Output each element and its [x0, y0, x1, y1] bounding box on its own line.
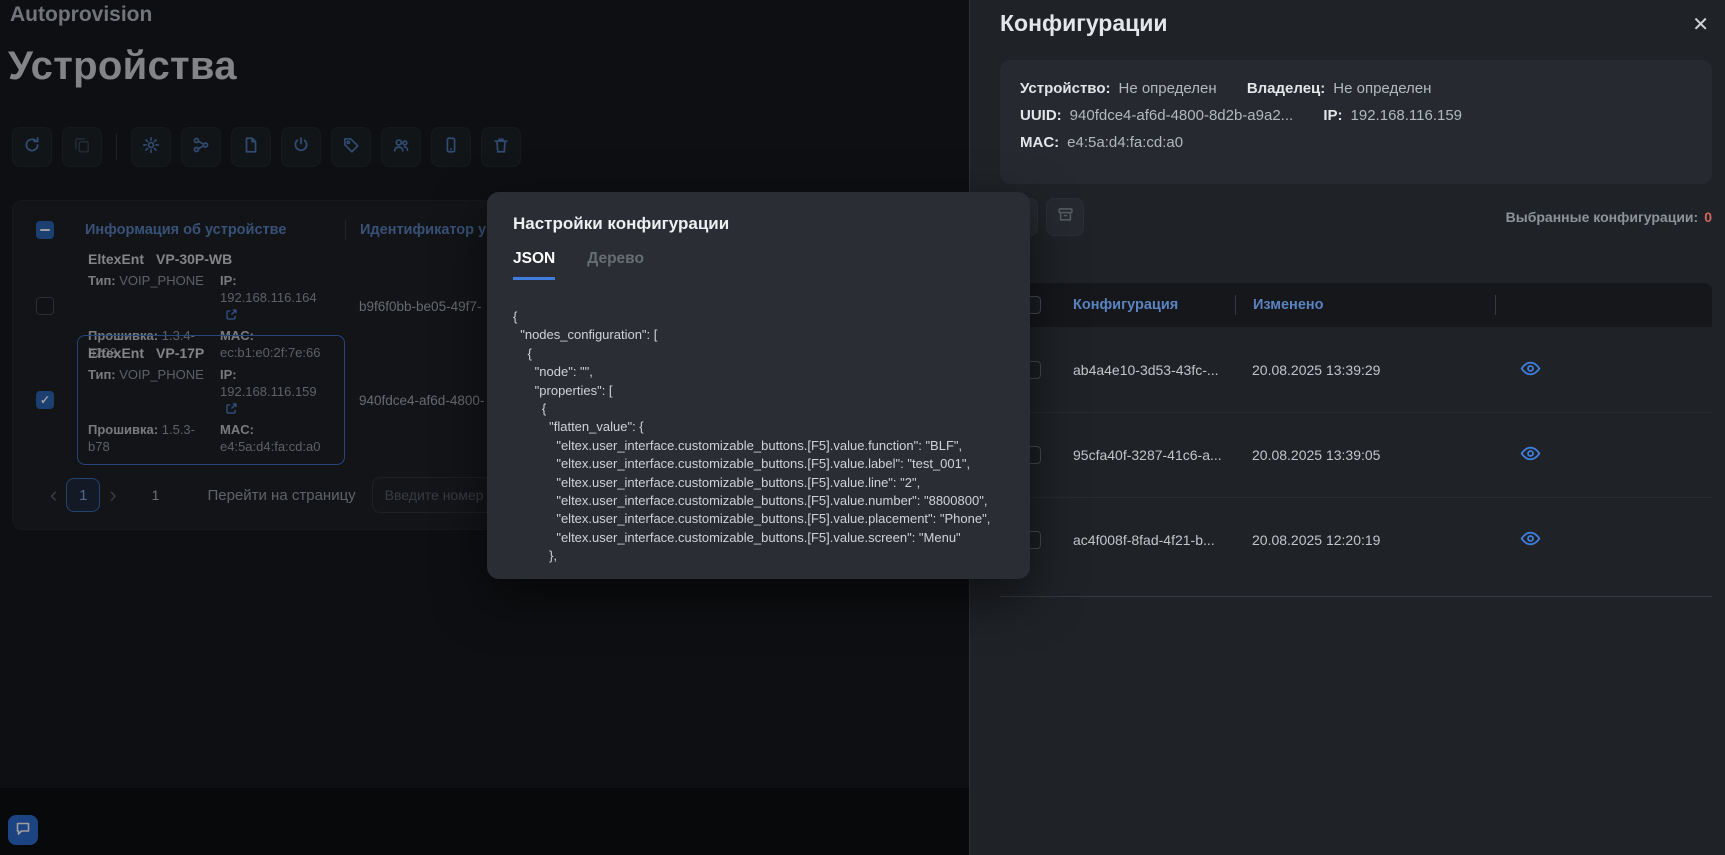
selected-configs-label: Выбранные конфигурации:	[1506, 209, 1699, 225]
config-name: ab4a4e10-3d53-43fc-...	[1064, 362, 1235, 378]
config-name: 95cfa40f-3287-41c6-a...	[1064, 447, 1235, 463]
ip-value: 192.168.116.159	[1351, 107, 1463, 124]
view-config-button[interactable]	[1520, 443, 1541, 467]
config-settings-modal: Настройки конфигурации JSON Дерево { "no…	[487, 192, 1030, 579]
tab-tree[interactable]: Дерево	[587, 250, 644, 280]
info-line-2: UUID: 940fdce4-af6d-4800-8d2b-a9a2... IP:…	[1020, 102, 1692, 129]
configs-table: Конфигурация Изменено ab4a4e10-3d53-43fc…	[1000, 283, 1712, 597]
modal-title: Настройки конфигурации	[513, 214, 1004, 234]
json-content[interactable]: { "nodes_configuration": [ { "node": "",…	[513, 308, 1004, 570]
selected-configs-count: 0	[1704, 209, 1712, 225]
tab-json[interactable]: JSON	[513, 250, 555, 280]
ip-label: IP:	[1323, 107, 1342, 124]
selected-configs-info: Выбранные конфигурации: 0	[1506, 209, 1712, 225]
owner-label: Владелец:	[1247, 80, 1325, 97]
column-configuration[interactable]: Конфигурация	[1064, 297, 1235, 313]
config-modified: 20.08.2025 13:39:29	[1235, 362, 1494, 378]
device-label: Устройство:	[1020, 80, 1111, 97]
configs-table-header: Конфигурация Изменено	[1000, 283, 1712, 327]
archive-button[interactable]	[1046, 198, 1084, 236]
mac-value: e4:5a:d4:fa:cd:a0	[1067, 134, 1183, 151]
modal-tabs: JSON Дерево	[513, 250, 1004, 280]
column-modified[interactable]: Изменено	[1236, 297, 1495, 313]
configurations-panel: Конфигурации ✕ Устройство: Не определен В…	[970, 0, 1725, 855]
uuid-label: UUID:	[1020, 107, 1062, 124]
header-divider	[1495, 295, 1496, 315]
close-icon[interactable]: ✕	[1692, 12, 1709, 37]
table-row[interactable]: ab4a4e10-3d53-43fc-... 20.08.2025 13:39:…	[1000, 327, 1712, 412]
table-row[interactable]: ac4f008f-8fad-4f21-b... 20.08.2025 12:20…	[1000, 497, 1712, 582]
panel-title: Конфигурации	[1000, 10, 1168, 37]
eye-icon	[1520, 443, 1541, 467]
info-line-1: Устройство: Не определен Владелец: Не опре…	[1020, 75, 1692, 102]
mac-label: MAC:	[1020, 134, 1059, 151]
config-name: ac4f008f-8fad-4f21-b...	[1064, 532, 1235, 548]
table-row[interactable]: 95cfa40f-3287-41c6-a... 20.08.2025 13:39…	[1000, 412, 1712, 497]
configs-toolbar: Выбранные конфигурации: 0	[1000, 198, 1712, 236]
owner-value: Не определен	[1333, 80, 1431, 97]
device-value: Не определен	[1119, 80, 1217, 97]
view-config-button[interactable]	[1520, 528, 1541, 552]
device-info-card: Устройство: Не определен Владелец: Не опре…	[1000, 60, 1712, 184]
uuid-value: 940fdce4-af6d-4800-8d2b-a9a2...	[1070, 107, 1294, 124]
info-line-3: MAC: e4:5a:d4:fa:cd:a0	[1020, 129, 1692, 156]
archive-icon	[1057, 206, 1074, 228]
config-modified: 20.08.2025 12:20:19	[1235, 532, 1494, 548]
eye-icon	[1520, 528, 1541, 552]
eye-icon	[1520, 358, 1541, 382]
view-config-button[interactable]	[1520, 358, 1541, 382]
config-modified: 20.08.2025 13:39:05	[1235, 447, 1494, 463]
